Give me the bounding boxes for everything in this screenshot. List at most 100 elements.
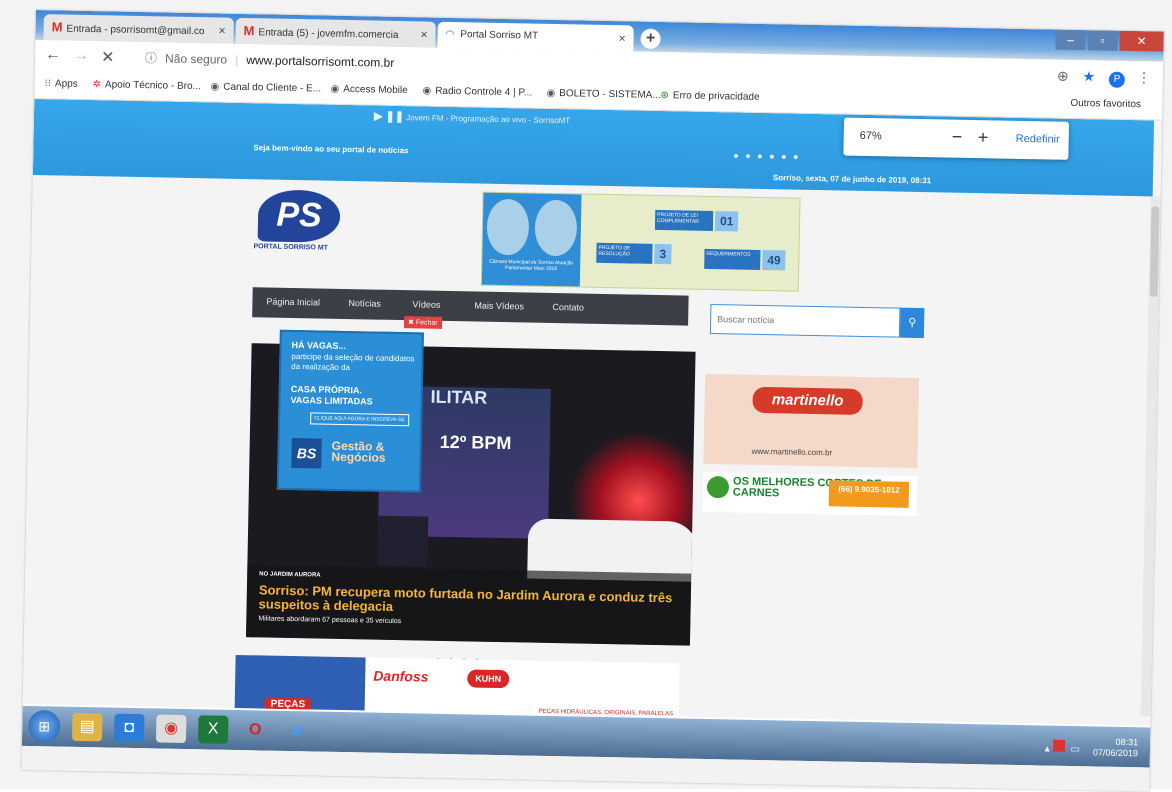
start-button[interactable]: ⊞ <box>27 709 61 743</box>
security-label: Não seguro <box>164 51 228 67</box>
close-tab-icon[interactable]: × <box>218 18 226 44</box>
stat-value: 01 <box>714 211 739 232</box>
address-actions: ⊕ ★ P ⋮ <box>1057 68 1151 89</box>
ad-cta-button[interactable]: CLIQUE AQUI AGORA E INSCREVA-SE <box>310 412 409 427</box>
clock[interactable]: 08:31 07/06/2019 <box>1093 736 1138 759</box>
new-tab-button[interactable]: + <box>640 28 661 49</box>
star-icon[interactable]: ★ <box>1082 68 1095 84</box>
avatar[interactable]: P <box>1108 71 1126 88</box>
site-nav: Página Inicial Notícias Vídeos Mais Víde… <box>252 287 689 326</box>
martinello-logo: martinello <box>752 386 863 415</box>
nav-mais-videos[interactable]: Mais Vídeos <box>474 300 524 311</box>
opera-icon[interactable]: O <box>240 716 271 745</box>
forward-button[interactable]: → <box>73 47 89 65</box>
close-window-button[interactable]: ✕ <box>1119 30 1164 52</box>
seal-icon <box>706 475 730 499</box>
system-tray: ▴ ▭ <box>1045 739 1081 755</box>
pecas-label: PEÇAS <box>264 697 312 712</box>
bookmark-apps[interactable]: ⁝⁝ Apps <box>44 78 77 90</box>
apps-icon: ⁝⁝ <box>44 78 52 90</box>
gmail-icon: M <box>51 19 63 35</box>
search-button[interactable]: ⚲ <box>899 307 925 339</box>
pecas-logo: PEÇAS <box>234 654 366 718</box>
radio-text: Jovem FM - Programação ao vivo - Sorriso… <box>406 113 571 126</box>
nav-contato[interactable]: Contato <box>552 302 584 313</box>
bookmark-apoio[interactable]: ✲ Apoio Técnico - Bro... <box>92 79 201 92</box>
zoom-in-button[interactable]: + <box>978 127 989 148</box>
outlook-icon[interactable]: ◘ <box>113 713 145 743</box>
ad-title: HÁ VAGAS... <box>291 339 347 352</box>
search-icon: ⚲ <box>908 316 917 329</box>
date-text: Sorriso, sexta, 07 de junho de 2019, 08:… <box>772 173 932 186</box>
radio-player[interactable]: ▶ ❚❚ Jovem FM - Programação ao vivo - So… <box>374 110 570 127</box>
clock-date: 07/06/2019 <box>1092 747 1139 759</box>
zoom-out-button[interactable]: − <box>952 127 963 148</box>
zoom-reset-button[interactable]: Redefinir <box>1016 133 1060 146</box>
stat-value: 3 <box>654 243 672 265</box>
warning-icon: ⊛ <box>660 90 669 102</box>
zoom-icon[interactable]: ⊕ <box>1057 68 1069 84</box>
council-photos: Câmara Municipal de Sorriso Atuação Parl… <box>481 192 582 287</box>
council-banner[interactable]: Câmara Municipal de Sorriso Atuação Parl… <box>480 191 801 292</box>
globe-icon: ◉ <box>330 83 340 95</box>
tab-gmail-1[interactable]: M Entrada - psorrisomt@gmail.co × <box>43 14 234 44</box>
danfoss-logo: Danfoss <box>373 667 429 685</box>
url-text[interactable]: www.portalsorrisomt.com.br <box>246 53 394 70</box>
nav-pagina-inicial[interactable]: Página Inicial <box>266 296 320 307</box>
councilor-photo <box>486 198 530 256</box>
info-icon[interactable]: ⓘ <box>145 51 157 65</box>
hero-people <box>377 515 429 567</box>
tray-app-icon[interactable] <box>1052 739 1065 752</box>
council-text: Câmara Municipal de Sorriso Atuação Parl… <box>489 258 574 273</box>
tray-arrow-icon[interactable]: ▴ <box>1045 744 1050 755</box>
tab-label: Portal Sorriso MT <box>460 29 539 42</box>
gmail-icon: M <box>243 22 255 39</box>
other-bookmarks[interactable]: Outros favoritos <box>1070 98 1141 110</box>
close-ad-button[interactable]: ✖ Fechar <box>403 316 442 329</box>
bookmark-access[interactable]: ◉ Access Mobile <box>330 84 407 96</box>
hero-sign: ILITAR <box>430 386 488 408</box>
ad-text: participe da seleção de candidatos da re… <box>291 351 415 373</box>
minimize-button[interactable]: – <box>1055 29 1086 51</box>
welcome-text: Seja bem-vindo ao seu portal de notícias <box>253 143 409 156</box>
ad-brand: Gestão & Negócios <box>331 438 386 465</box>
martinello-ad[interactable]: martinello www.martinello.com.br <box>703 373 920 469</box>
hero-sign: 12º BPM <box>439 431 512 454</box>
bookmark-canal[interactable]: ◉ Canal do Cliente - E... <box>210 81 321 94</box>
globe-icon: ◉ <box>422 85 432 97</box>
meat-ad[interactable]: OS MELHORES CORTES DE CARNES (66) 9.9035… <box>702 471 918 516</box>
ie-icon[interactable]: e <box>282 717 313 746</box>
nav-noticias[interactable]: Notícias <box>348 298 381 309</box>
bookmark-boleto[interactable]: ◉ BOLETO - SISTEMA... <box>546 88 660 101</box>
stat-value: 49 <box>762 249 786 271</box>
chrome-icon[interactable]: ◉ <box>155 714 187 744</box>
close-tab-icon[interactable]: × <box>618 25 626 51</box>
close-tab-icon[interactable]: × <box>420 21 428 47</box>
excel-icon[interactable]: X <box>197 715 229 744</box>
stat-label: PROJETO DE LEI COMPLEMENTAR <box>654 209 714 232</box>
nav-videos[interactable]: Vídeos <box>412 299 440 310</box>
page-scrollbar[interactable] <box>1140 196 1161 717</box>
search-input[interactable] <box>709 304 901 338</box>
councilor-photo <box>534 199 578 257</box>
tab-portal-sorriso[interactable]: ◠ Portal Sorriso MT × <box>437 21 634 52</box>
bookmark-radio[interactable]: ◉ Radio Controle 4 | P... <box>422 85 532 98</box>
action-center-icon[interactable]: ▭ <box>1070 744 1080 755</box>
back-button[interactable]: ← <box>45 46 61 64</box>
popup-ad[interactable]: HÁ VAGAS... participe da seleção de cand… <box>276 329 424 493</box>
globe-icon: ◉ <box>546 87 556 99</box>
social-icons[interactable]: ● ● ● ● ● ● <box>733 150 800 161</box>
tab-gmail-2[interactable]: M Entrada (5) - jovemfm.comercia × <box>235 17 436 48</box>
ad-line: CASA PRÓPRIA. <box>290 383 363 396</box>
menu-icon[interactable]: ⋮ <box>1137 69 1151 85</box>
stop-button[interactable]: ✕ <box>101 47 115 67</box>
scroll-thumb[interactable] <box>1149 206 1160 297</box>
logo-mark: PS <box>257 189 341 243</box>
site-logo[interactable]: PS PORTAL SORRISO MT <box>253 189 364 261</box>
kuhn-logo: KUHN <box>467 669 510 689</box>
window-controls: – ▫ ✕ <box>1053 29 1164 54</box>
play-icon[interactable]: ▶ ❚❚ <box>374 111 404 124</box>
explorer-icon[interactable]: ▤ <box>71 712 103 742</box>
bookmark-erro[interactable]: ⊛ Erro de privacidade <box>660 90 759 103</box>
maximize-button[interactable]: ▫ <box>1087 30 1118 51</box>
